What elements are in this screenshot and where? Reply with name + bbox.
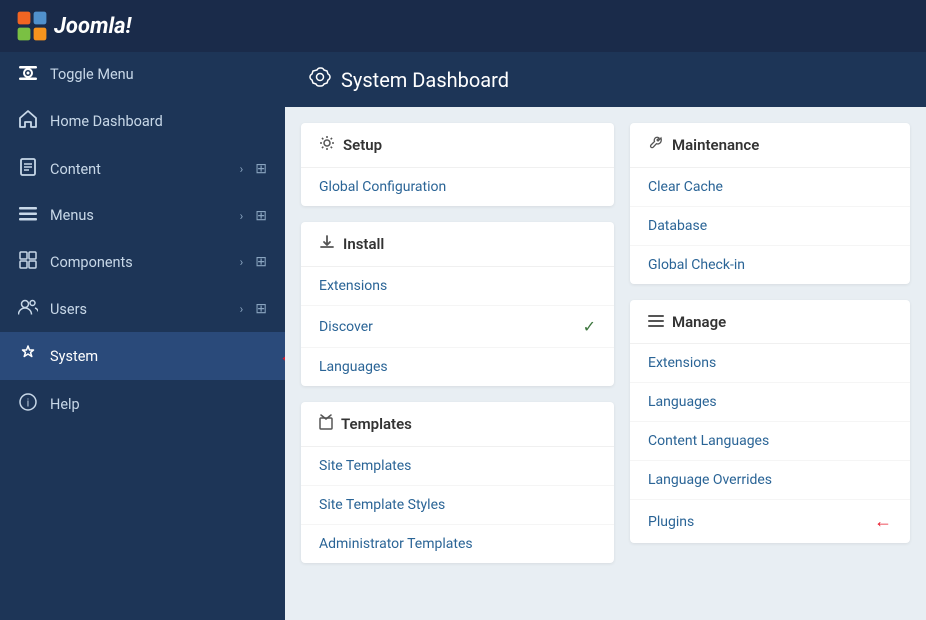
toggle-menu-icon <box>18 65 38 84</box>
extensions-install-item: Extensions <box>301 267 614 306</box>
left-column: Setup Global Configuration Install <box>301 123 614 604</box>
site-templates-item: Site Templates <box>301 447 614 486</box>
sidebar-item-home-dashboard[interactable]: Home Dashboard <box>0 97 285 145</box>
templates-icon <box>319 414 333 434</box>
sidebar-item-components[interactable]: Components › ⊞ <box>0 238 285 286</box>
setup-panel-header: Setup <box>301 123 614 168</box>
sidebar-item-system[interactable]: System ← <box>0 332 285 380</box>
install-panel-header: Install <box>301 222 614 267</box>
page-header: System Dashboard <box>285 52 926 107</box>
components-grid-icon: ⊞ <box>255 254 267 270</box>
administrator-templates-item: Administrator Templates <box>301 525 614 563</box>
joomla-logo: Joomla! <box>16 10 131 42</box>
clear-cache-link[interactable]: Clear Cache <box>648 179 723 195</box>
setup-icon <box>319 135 335 155</box>
language-overrides-link[interactable]: Language Overrides <box>648 472 772 488</box>
languages-manage-item: Languages <box>630 383 910 422</box>
system-icon <box>18 345 38 367</box>
install-panel-title: Install <box>343 235 384 253</box>
page-title: System Dashboard <box>341 68 509 92</box>
manage-panel-header: Manage <box>630 300 910 344</box>
languages-manage-link[interactable]: Languages <box>648 394 717 410</box>
database-link[interactable]: Database <box>648 218 707 234</box>
language-overrides-item: Language Overrides <box>630 461 910 500</box>
sidebar-item-users[interactable]: Users › ⊞ <box>0 286 285 332</box>
maintenance-panel-header: Maintenance <box>630 123 910 168</box>
sidebar-help-label: Help <box>50 396 267 413</box>
manage-icon <box>648 312 664 331</box>
content-grid-icon: ⊞ <box>255 161 267 177</box>
extensions-manage-item: Extensions <box>630 344 910 383</box>
templates-panel-header: Templates <box>301 402 614 447</box>
topbar: Joomla! <box>0 0 926 52</box>
languages-install-item: Languages <box>301 348 614 386</box>
languages-install-link[interactable]: Languages <box>319 359 388 375</box>
right-column: Maintenance Clear Cache Database Global … <box>630 123 910 604</box>
sidebar-item-content[interactable]: Content › ⊞ <box>0 145 285 193</box>
components-chevron: › <box>240 255 244 269</box>
maintenance-icon <box>648 135 664 155</box>
sidebar-home-label: Home Dashboard <box>50 113 267 130</box>
users-grid-icon: ⊞ <box>255 301 267 317</box>
main-layout: Toggle Menu Home Dashboard Content › ⊞ M… <box>0 52 926 620</box>
content-languages-item: Content Languages <box>630 422 910 461</box>
dashboard-content: Setup Global Configuration Install <box>285 107 926 620</box>
global-checkin-item: Global Check-in <box>630 246 910 284</box>
site-templates-link[interactable]: Site Templates <box>319 458 411 474</box>
help-icon: i <box>18 393 38 415</box>
content-area: System Dashboard Setup Global Configurat… <box>285 52 926 620</box>
logo-text: Joomla! <box>54 14 131 39</box>
install-icon <box>319 234 335 254</box>
sidebar-menus-label: Menus <box>50 207 228 224</box>
sidebar-components-label: Components <box>50 254 228 271</box>
components-icon <box>18 251 38 273</box>
users-chevron: › <box>240 302 244 316</box>
discover-item: Discover ✓ <box>301 306 614 348</box>
sidebar-system-label: System <box>50 348 267 365</box>
global-config-item: Global Configuration <box>301 168 614 206</box>
manage-panel: Manage Extensions Languages Content Lang… <box>630 300 910 543</box>
install-panel: Install Extensions Discover ✓ Languages <box>301 222 614 386</box>
database-item: Database <box>630 207 910 246</box>
site-template-styles-item: Site Template Styles <box>301 486 614 525</box>
svg-text:i: i <box>27 398 29 410</box>
setup-panel-title: Setup <box>343 136 382 154</box>
content-chevron: › <box>240 162 244 176</box>
sidebar-item-menus[interactable]: Menus › ⊞ <box>0 193 285 238</box>
extensions-manage-link[interactable]: Extensions <box>648 355 716 371</box>
home-icon <box>18 110 38 132</box>
manage-panel-title: Manage <box>672 313 726 331</box>
users-icon <box>18 299 38 319</box>
content-icon <box>18 158 38 180</box>
discover-check-icon: ✓ <box>583 317 596 336</box>
sidebar-toggle-menu-label: Toggle Menu <box>50 66 267 83</box>
maintenance-panel-title: Maintenance <box>672 136 759 154</box>
clear-cache-item: Clear Cache <box>630 168 910 207</box>
extensions-install-link[interactable]: Extensions <box>319 278 387 294</box>
plugins-item: Plugins ← <box>630 500 910 543</box>
global-checkin-link[interactable]: Global Check-in <box>648 257 745 273</box>
menus-grid-icon: ⊞ <box>255 208 267 224</box>
content-languages-link[interactable]: Content Languages <box>648 433 769 449</box>
administrator-templates-link[interactable]: Administrator Templates <box>319 536 473 552</box>
sidebar-users-label: Users <box>50 301 228 318</box>
menus-icon <box>18 206 38 225</box>
plugins-link[interactable]: Plugins <box>648 514 694 530</box>
sidebar: Toggle Menu Home Dashboard Content › ⊞ M… <box>0 52 285 620</box>
sidebar-item-toggle-menu[interactable]: Toggle Menu <box>0 52 285 97</box>
page-header-icon <box>309 66 331 93</box>
setup-panel: Setup Global Configuration <box>301 123 614 206</box>
maintenance-panel: Maintenance Clear Cache Database Global … <box>630 123 910 284</box>
system-red-arrow: ← <box>279 346 285 367</box>
menus-chevron: › <box>240 209 244 223</box>
plugins-red-arrow: ← <box>874 511 892 532</box>
sidebar-item-help[interactable]: i Help <box>0 380 285 428</box>
site-template-styles-link[interactable]: Site Template Styles <box>319 497 445 513</box>
templates-panel-title: Templates <box>341 415 412 433</box>
templates-panel: Templates Site Templates Site Template S… <box>301 402 614 563</box>
sidebar-content-label: Content <box>50 161 228 178</box>
global-config-link[interactable]: Global Configuration <box>319 179 446 195</box>
discover-link[interactable]: Discover <box>319 319 373 335</box>
